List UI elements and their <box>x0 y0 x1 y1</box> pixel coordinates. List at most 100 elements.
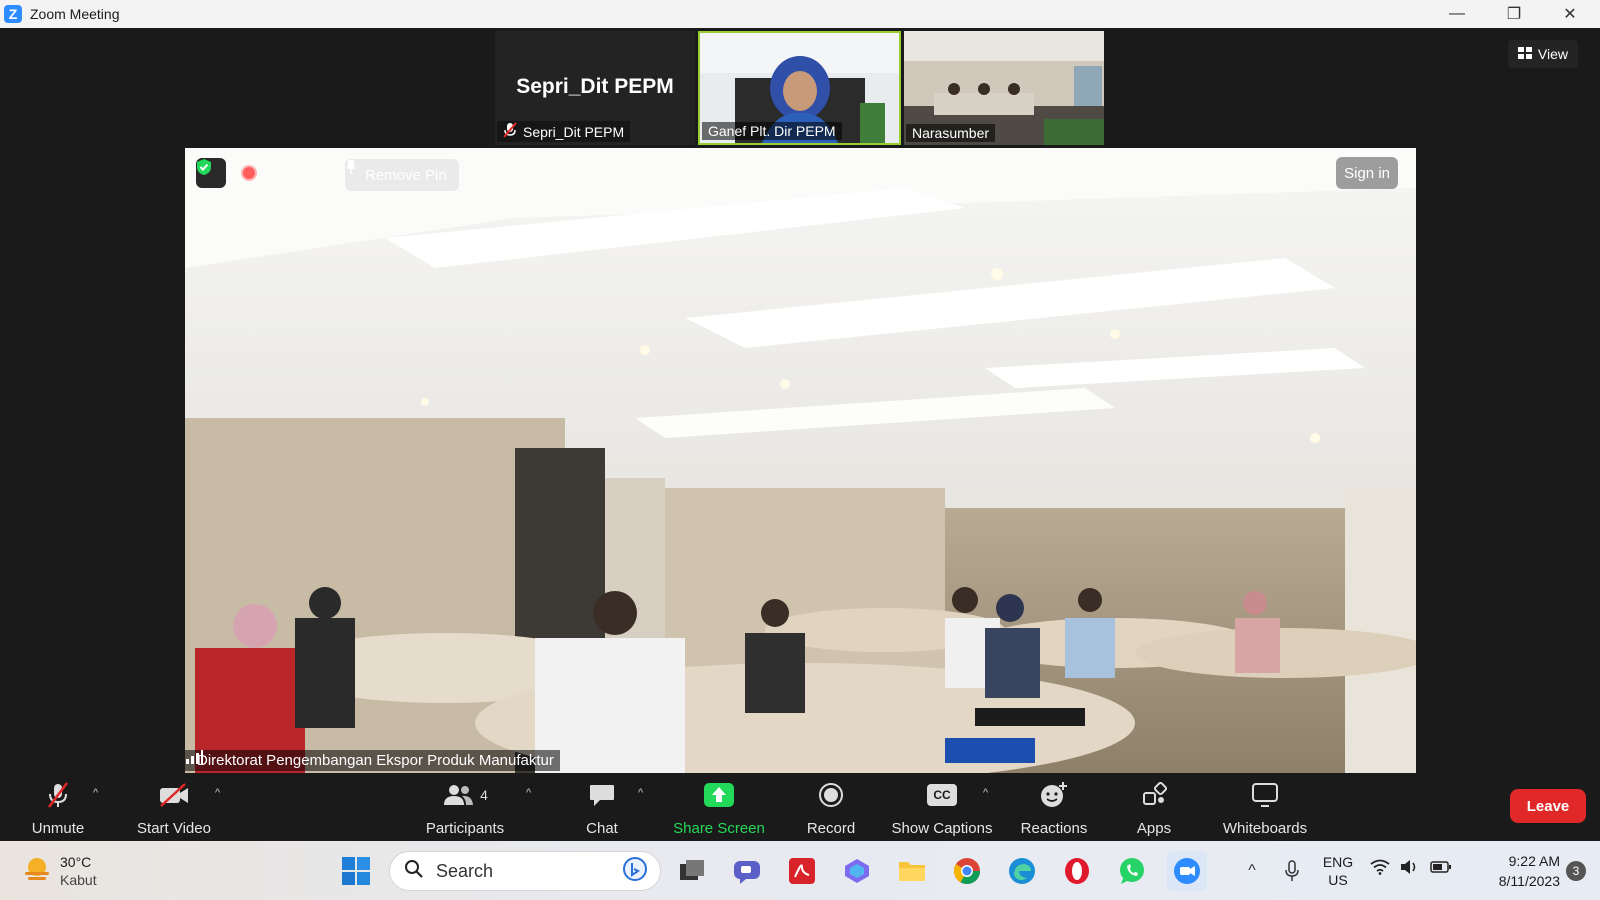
participant-label: Ganef Plt. Dir PEPM <box>708 123 836 139</box>
show-captions-button[interactable]: CC Show Captions <box>890 781 994 837</box>
volume-icon <box>1400 859 1420 880</box>
task-view-icon[interactable] <box>672 851 712 891</box>
chat-options-caret[interactable]: ^ <box>638 787 643 799</box>
opera-browser-icon[interactable] <box>1057 851 1097 891</box>
record-button[interactable]: Record <box>805 781 857 837</box>
weather-temperature: 30°C <box>60 854 92 870</box>
remove-pin-label: Remove Pin <box>365 166 447 184</box>
meeting-toolbar: Unmute ^ Start Video ^ 4 Participants ^ … <box>0 773 1600 841</box>
apps-icon <box>1141 781 1167 809</box>
view-button[interactable]: View <box>1507 40 1578 68</box>
zoom-logo-icon: Z <box>4 5 22 23</box>
main-participant-label: Direktorat Pengembangan Ekspor Produk Ma… <box>197 752 554 769</box>
audio-options-caret[interactable]: ^ <box>93 787 98 799</box>
close-button[interactable]: ✕ <box>1542 0 1598 28</box>
participant-name-tag: Ganef Plt. Dir PEPM <box>702 122 842 140</box>
clock-date: 8/11/2023 <box>1498 873 1560 889</box>
battery-icon <box>1430 860 1452 879</box>
clock[interactable]: 9:22 AM 8/11/2023 <box>1470 851 1560 891</box>
microphone-in-use-icon[interactable] <box>1272 851 1312 891</box>
window-title: Zoom Meeting <box>30 6 120 22</box>
apps-button[interactable]: Apps <box>1134 781 1174 837</box>
participant-name-tag: Narasumber <box>906 124 996 142</box>
chrome-browser-icon[interactable] <box>947 851 987 891</box>
weather-sun-haze-icon <box>22 854 52 889</box>
whatsapp-icon[interactable] <box>1112 851 1152 891</box>
start-video-label: Start Video <box>137 820 211 837</box>
participants-label: Participants <box>425 820 505 837</box>
participant-label: Narasumber <box>912 125 990 141</box>
thumbnail-ganef[interactable]: Ganef Plt. Dir PEPM <box>698 31 901 145</box>
title-bar: Z Zoom Meeting — ❐ ✕ <box>0 0 1600 28</box>
taskbar-search-box[interactable]: Search <box>389 851 661 891</box>
sign-in-button[interactable]: Sign in <box>1336 157 1398 189</box>
quick-settings[interactable] <box>1370 859 1452 880</box>
whiteboard-icon <box>1251 781 1279 809</box>
participants-count: 4 <box>480 787 488 803</box>
start-menu-icon[interactable] <box>336 851 376 891</box>
share-screen-icon <box>704 781 734 809</box>
search-icon <box>404 859 424 884</box>
region-code: US <box>1328 872 1348 888</box>
clock-time: 9:22 AM <box>1508 853 1560 869</box>
whiteboards-label: Whiteboards <box>1222 820 1308 837</box>
participant-display-name: Sepri_Dit PEPM <box>516 75 674 98</box>
reactions-label: Reactions <box>1020 820 1088 837</box>
teams-chat-icon[interactable] <box>727 851 767 891</box>
acrobat-reader-icon[interactable] <box>782 851 822 891</box>
minimize-button[interactable]: — <box>1429 0 1485 28</box>
participants-icon: 4 <box>442 781 488 809</box>
video-options-caret[interactable]: ^ <box>215 787 220 799</box>
view-button-label: View <box>1537 46 1568 62</box>
participant-name-tag: Sepri_Dit PEPM <box>497 121 631 142</box>
record-icon <box>818 781 844 809</box>
main-participant-name-tag: Direktorat Pengembangan Ekspor Produk Ma… <box>185 750 560 771</box>
muted-mic-icon <box>44 781 72 809</box>
thumbnail-sepri[interactable]: Sepri_Dit PEPM Sepri_Dit PEPM <box>495 31 695 145</box>
weather-widget[interactable]: 30°C Kabut <box>22 853 97 889</box>
captions-options-caret[interactable]: ^ <box>983 787 988 799</box>
os-taskbar: 30°C Kabut Search ^ ENG US 9:22 AM 8/11/… <box>0 841 1600 900</box>
search-placeholder: Search <box>436 860 494 881</box>
bing-chat-icon[interactable] <box>622 856 648 887</box>
start-video-button[interactable]: Start Video <box>132 781 216 837</box>
restore-button[interactable]: ❐ <box>1486 0 1542 28</box>
chat-label: Chat <box>586 820 618 837</box>
unmute-label: Unmute <box>31 820 85 837</box>
thumbnail-narasumber[interactable]: Narasumber <box>904 31 1104 145</box>
whiteboards-button[interactable]: Whiteboards <box>1220 781 1310 837</box>
notification-badge[interactable]: 3 <box>1566 861 1586 881</box>
share-screen-button[interactable]: Share Screen <box>673 781 765 837</box>
closed-captions-icon: CC <box>927 781 957 809</box>
zoom-taskbar-icon[interactable] <box>1167 851 1207 891</box>
chat-icon <box>588 781 616 809</box>
wifi-icon <box>1370 859 1390 880</box>
apps-label: Apps <box>1136 820 1172 837</box>
system-tray-chevron-icon[interactable]: ^ <box>1232 851 1272 891</box>
remove-pin-button[interactable]: Remove Pin <box>345 159 459 191</box>
leave-button[interactable]: Leave <box>1510 789 1586 823</box>
muted-mic-icon <box>503 122 517 141</box>
main-video[interactable]: Remove Pin Sign in Direktorat Pengembang… <box>185 148 1416 773</box>
weather-description: Kabut <box>60 872 97 888</box>
language-code: ENG <box>1322 854 1354 870</box>
recording-indicator-icon <box>241 165 257 181</box>
edge-browser-icon[interactable] <box>1002 851 1042 891</box>
share-screen-label: Share Screen <box>673 820 765 837</box>
chat-button[interactable]: Chat <box>582 781 622 837</box>
video-off-icon <box>158 781 190 809</box>
file-explorer-icon[interactable] <box>892 851 932 891</box>
input-language-indicator[interactable]: ENG US <box>1318 853 1358 889</box>
reactions-button[interactable]: Reactions <box>1019 781 1089 837</box>
reactions-smiley-icon <box>1039 781 1069 809</box>
encryption-shield-icon[interactable] <box>196 158 226 188</box>
participants-button[interactable]: 4 Participants <box>423 781 507 837</box>
participants-options-caret[interactable]: ^ <box>526 787 531 799</box>
show-captions-label: Show Captions <box>891 820 993 837</box>
participant-label: Sepri_Dit PEPM <box>523 123 625 140</box>
conference-room-video-feed <box>185 148 1416 773</box>
unmute-button[interactable]: Unmute <box>28 781 88 837</box>
grid-view-icon <box>1517 46 1532 62</box>
meeting-stage: Sepri_Dit PEPM Sepri_Dit PEPM Ganef Plt.… <box>0 28 1600 773</box>
copilot-icon[interactable] <box>837 851 877 891</box>
